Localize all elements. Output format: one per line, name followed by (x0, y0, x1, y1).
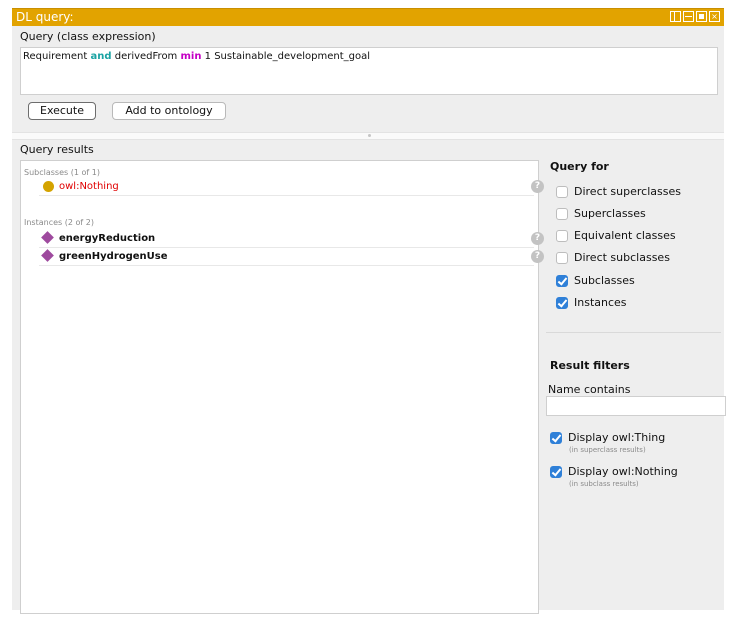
list-item[interactable]: owl:Nothing ? (39, 179, 544, 196)
checkbox[interactable] (556, 297, 568, 309)
option-label: Instances (574, 296, 627, 309)
add-to-ontology-button[interactable]: Add to ontology (112, 102, 226, 120)
list-item[interactable]: energyReduction ? (39, 231, 544, 248)
option-label: Direct superclasses (574, 185, 681, 198)
checkbox[interactable] (550, 432, 562, 444)
checkbox[interactable] (550, 466, 562, 478)
subclasses-group-label: Subclasses (1 of 1) (24, 168, 100, 177)
option-label: Subclasses (574, 274, 635, 287)
display-thing-note: (in superclass results) (569, 446, 646, 454)
side-panel-separator (546, 332, 721, 333)
individual-icon (41, 231, 54, 244)
title-bar[interactable]: DL query: × (12, 8, 724, 26)
option-label: Equivalent classes (574, 229, 676, 242)
expr-class: Requirement (23, 51, 88, 62)
close-icon[interactable]: × (709, 11, 720, 22)
checkbox[interactable] (556, 230, 568, 242)
expr-filler: 1 Sustainable_development_goal (204, 51, 371, 62)
query-section-label: Query (class expression) (20, 30, 156, 43)
class-icon (43, 181, 54, 192)
window-controls: × (670, 11, 720, 22)
expr-property: derivedFrom (114, 51, 178, 62)
individual-icon (41, 249, 54, 262)
minimize-icon[interactable] (683, 11, 694, 22)
checkbox[interactable] (556, 252, 568, 264)
split-view-icon[interactable] (670, 11, 681, 22)
help-icon[interactable]: ? (531, 250, 544, 263)
expr-keyword-and: and (90, 51, 112, 62)
display-nothing-note: (in subclass results) (569, 480, 639, 488)
result-label: owl:Nothing (59, 181, 119, 192)
instances-group-label: Instances (2 of 2) (24, 218, 94, 227)
option-label: Direct subclasses (574, 251, 670, 264)
help-icon[interactable]: ? (531, 180, 544, 193)
result-label: energyReduction (59, 233, 156, 244)
split-pane-divider[interactable] (12, 132, 724, 140)
execute-button[interactable]: Execute (28, 102, 96, 120)
option-label: Display owl:Nothing (568, 465, 678, 478)
window-title: DL query: (16, 10, 74, 24)
dl-query-window: DL query: × Query (class expression) Req… (12, 8, 726, 614)
option-label: Display owl:Thing (568, 431, 666, 444)
name-contains-input[interactable] (546, 396, 726, 416)
option-label: Superclasses (574, 207, 646, 220)
query-expression-text: Requirement and derivedFrom min 1 Sustai… (23, 51, 370, 62)
expr-keyword-min: min (180, 51, 202, 62)
name-contains-label: Name contains (548, 383, 631, 396)
checkbox[interactable] (556, 186, 568, 198)
divider-grip-icon (368, 134, 371, 137)
result-filters-heading: Result filters (550, 359, 630, 372)
list-item[interactable]: greenHydrogenUse ? (39, 249, 544, 266)
help-icon[interactable]: ? (531, 232, 544, 245)
checkbox[interactable] (556, 275, 568, 287)
query-for-heading: Query for (550, 160, 609, 173)
query-results-list[interactable]: Subclasses (1 of 1) owl:Nothing ? Instan… (20, 160, 544, 614)
result-label: greenHydrogenUse (59, 251, 168, 262)
results-section-label: Query results (20, 143, 94, 156)
checkbox[interactable] (556, 208, 568, 220)
query-expression-editor[interactable]: Requirement and derivedFrom min 1 Sustai… (20, 47, 718, 95)
maximize-icon[interactable] (696, 11, 707, 22)
